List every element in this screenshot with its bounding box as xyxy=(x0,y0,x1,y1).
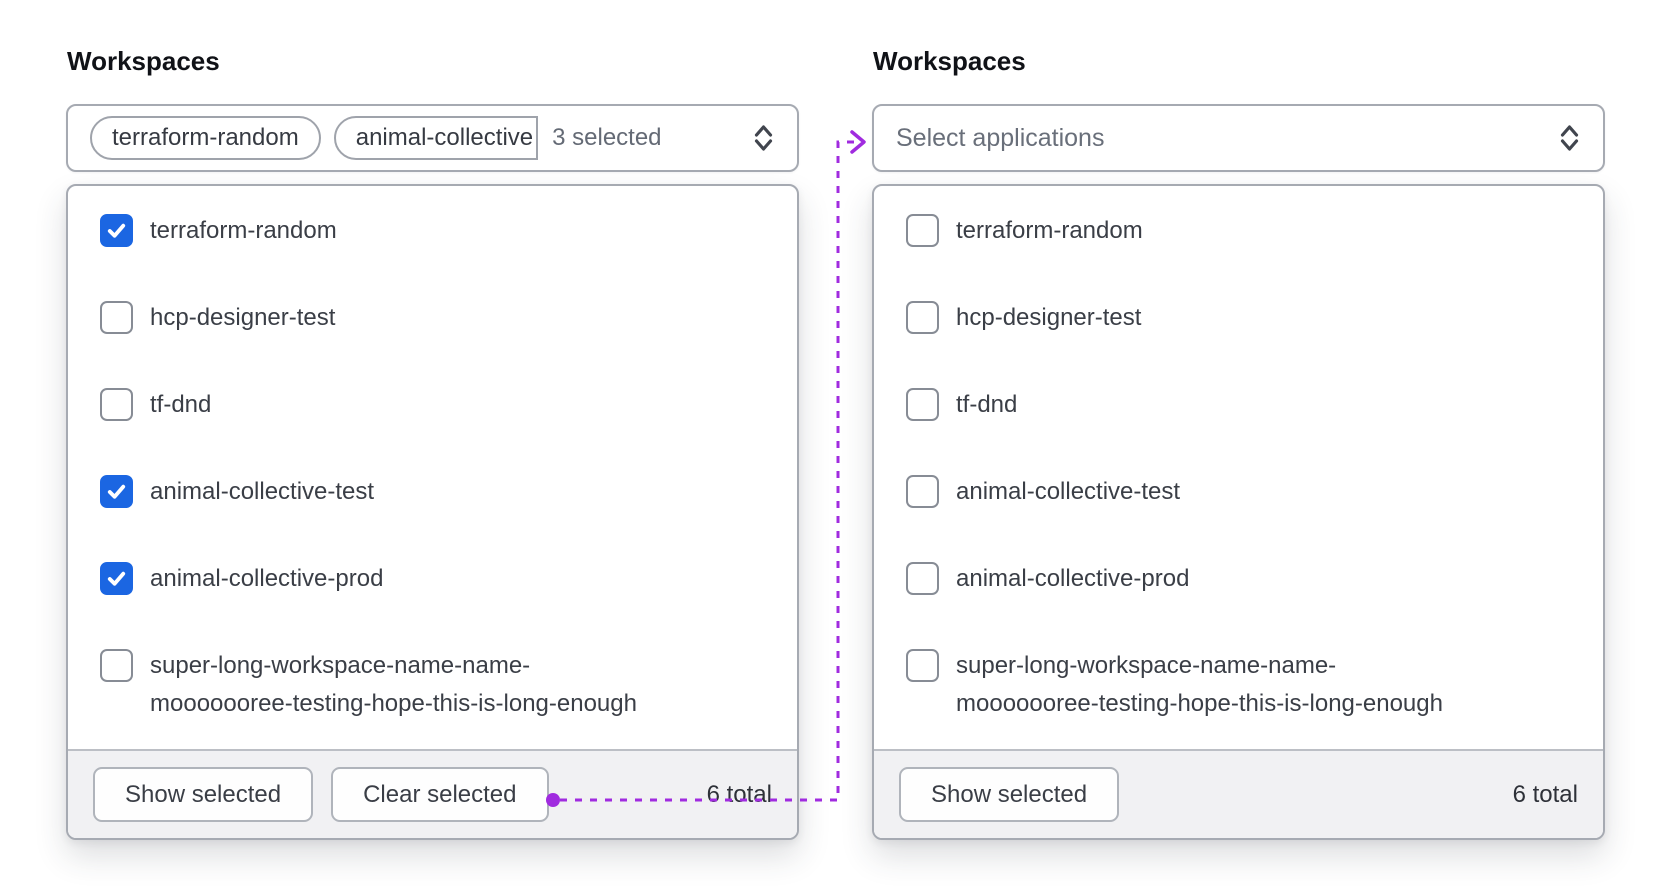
list-item[interactable]: animal-collective-test xyxy=(906,473,1575,511)
listbox-footer: Show selected 6 total xyxy=(874,749,1603,838)
option-label: terraform-random xyxy=(150,217,337,244)
chevrons-up-down-icon xyxy=(1556,123,1583,153)
checkbox[interactable] xyxy=(100,214,133,247)
select-placeholder: Select applications xyxy=(896,123,1105,152)
list-item[interactable]: animal-collective-test xyxy=(100,473,769,511)
clear-selected-button[interactable]: Clear selected xyxy=(331,767,549,822)
tag-animal-collective: animal-collective xyxy=(333,116,539,160)
checkbox[interactable] xyxy=(906,388,939,421)
option-label: tf-dnd xyxy=(150,391,212,418)
tag-terraform-random: terraform-random xyxy=(90,116,321,160)
checkbox[interactable] xyxy=(906,301,939,334)
option-label: animal-collective-test xyxy=(150,478,375,505)
option-label: tf-dnd xyxy=(956,391,1018,418)
options-list: terraform-random hcp-designer-test tf-dn… xyxy=(874,186,1603,749)
option-label: animal-collective-prod xyxy=(956,565,1190,592)
show-selected-button[interactable]: Show selected xyxy=(93,767,314,822)
list-item[interactable]: hcp-designer-test xyxy=(100,299,769,337)
listbox-footer: Show selected Clear selected 6 total xyxy=(68,749,797,838)
list-item[interactable]: tf-dnd xyxy=(906,386,1575,424)
option-label: terraform-random xyxy=(956,217,1143,244)
show-selected-button[interactable]: Show selected xyxy=(899,767,1120,822)
option-label: animal-collective-test xyxy=(956,478,1181,505)
field-label: Workspaces xyxy=(873,46,1026,76)
chevrons-up-down-icon xyxy=(750,123,777,153)
checkbox[interactable] xyxy=(906,562,939,595)
workspaces-select-toggle[interactable]: terraform-random animal-collective 3 sel… xyxy=(66,104,799,172)
option-label: hcp-designer-test xyxy=(150,304,336,331)
applications-select-toggle[interactable]: Select applications xyxy=(872,104,1605,172)
list-item[interactable]: terraform-random xyxy=(906,212,1575,250)
option-label: hcp-designer-test xyxy=(956,304,1142,331)
selected-count-text: 3 selected xyxy=(552,124,662,151)
checkbox[interactable] xyxy=(100,301,133,334)
checkbox[interactable] xyxy=(100,388,133,421)
options-listbox: terraform-random hcp-designer-test tf-dn… xyxy=(872,184,1605,840)
checkbox[interactable] xyxy=(100,649,133,682)
list-item[interactable]: tf-dnd xyxy=(100,386,769,424)
checkbox[interactable] xyxy=(906,475,939,508)
selected-tags: terraform-random animal-collective xyxy=(90,116,539,160)
list-item[interactable]: animal-collective-prod xyxy=(906,560,1575,598)
option-label: super-long-workspace-name-name-moooooore… xyxy=(150,652,637,717)
option-label: super-long-workspace-name-name-moooooore… xyxy=(956,652,1443,717)
list-item[interactable]: super-long-workspace-name-name-moooooore… xyxy=(906,647,1575,723)
checkbox[interactable] xyxy=(100,562,133,595)
total-count-text: 6 total xyxy=(706,780,772,808)
list-item[interactable]: terraform-random xyxy=(100,212,769,250)
list-item[interactable]: animal-collective-prod xyxy=(100,560,769,598)
list-item[interactable]: hcp-designer-test xyxy=(906,299,1575,337)
option-label: animal-collective-prod xyxy=(150,565,384,592)
options-list: terraform-random hcp-designer-test tf-dn… xyxy=(68,186,797,749)
field-label: Workspaces xyxy=(67,46,220,76)
workspaces-multiselect-left: Workspaces terraform-random animal-colle… xyxy=(66,46,799,840)
total-count-text: 6 total xyxy=(1512,780,1578,808)
checkbox[interactable] xyxy=(906,214,939,247)
workspaces-multiselect-right: Workspaces Select applications terraform… xyxy=(872,46,1605,840)
list-item[interactable]: super-long-workspace-name-name-moooooore… xyxy=(100,647,769,723)
checkbox[interactable] xyxy=(100,475,133,508)
checkbox[interactable] xyxy=(906,649,939,682)
options-listbox: terraform-random hcp-designer-test tf-dn… xyxy=(66,184,799,840)
